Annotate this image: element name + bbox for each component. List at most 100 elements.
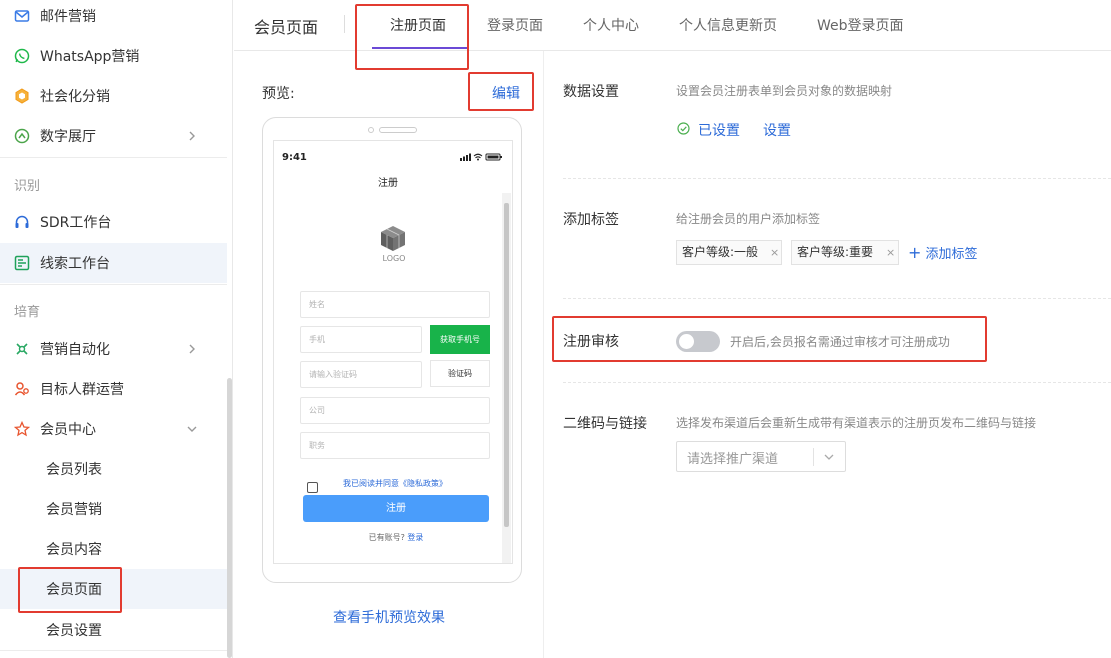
check-circle-icon xyxy=(677,122,690,135)
sidebar-item-marketing-automation[interactable]: 营销自动化 xyxy=(0,329,227,369)
edit-link[interactable]: 编辑 xyxy=(492,83,520,103)
active-tab-indicator xyxy=(372,47,468,49)
plus-icon: + xyxy=(908,243,922,262)
screen-scrollbar[interactable] xyxy=(504,203,509,527)
tab-login-page[interactable]: 登录页面 xyxy=(487,15,543,35)
have-account-row: 已有账号? 登录 xyxy=(274,532,512,543)
data-setting-label: 数据设置 xyxy=(563,84,619,100)
phone-frame: 9:41 注册 LOGO 姓名 手机 获取手机号 请输入验证码 验证码 公司 职… xyxy=(262,117,522,583)
privacy-agree-text[interactable]: 我已阅读并同意《隐私政策》 xyxy=(343,479,453,488)
close-icon[interactable]: × xyxy=(886,241,895,264)
section-divider xyxy=(563,178,1111,179)
phone-field[interactable]: 手机 xyxy=(300,326,422,353)
sidebar-scrollbar[interactable] xyxy=(227,378,232,658)
sidebar-item-digital-exhibition[interactable]: 数字展厅 xyxy=(0,116,227,156)
sidebar-item-label: 会员内容 xyxy=(46,542,102,558)
sidebar-item-label: 会员营销 xyxy=(46,502,102,518)
sidebar-subitem-member-page[interactable]: 会员页面 xyxy=(0,569,227,609)
channel-select[interactable]: 请选择推广渠道 xyxy=(676,441,846,472)
sidebar-subitem-member-list[interactable]: 会员列表 xyxy=(0,449,227,489)
sidebar-item-label: WhatsApp营销 xyxy=(40,49,140,65)
top-tab-bar: 会员页面 注册页面 登录页面 个人中心 个人信息更新页 Web登录页面 xyxy=(234,0,1111,51)
name-field[interactable]: 姓名 xyxy=(300,291,490,318)
tab-personal-center[interactable]: 个人中心 xyxy=(583,15,639,35)
status-time: 9:41 xyxy=(282,152,307,163)
sidebar-item-label: 会员中心 xyxy=(40,422,96,438)
sidebar-subitem-member-marketing[interactable]: 会员营销 xyxy=(0,489,227,529)
sidebar-item-label: 会员页面 xyxy=(46,582,102,598)
tag-chip: 客户等级:重要 × xyxy=(791,240,899,265)
add-tag-desc: 给注册会员的用户添加标签 xyxy=(676,212,821,226)
sidebar-subitem-member-settings[interactable]: 会员设置 xyxy=(0,610,227,650)
sidebar-item-label: 邮件营销 xyxy=(40,9,96,25)
sidebar-item-label: 数字展厅 xyxy=(40,129,96,145)
sidebar-item-social-distribution[interactable]: 社会化分销 xyxy=(0,76,227,116)
qrcode-desc: 选择发布渠道后会重新生成带有渠道表示的注册页发布二维码与链接 xyxy=(676,416,1037,430)
audience-icon xyxy=(14,382,29,396)
verify-code-field[interactable]: 请输入验证码 xyxy=(300,361,422,388)
sidebar-divider xyxy=(0,157,227,158)
data-setting-desc: 设置会员注册表单到会员对象的数据映射 xyxy=(676,84,893,98)
mail-icon xyxy=(14,10,30,22)
preview-label: 预览: xyxy=(262,86,295,102)
login-link[interactable]: 登录 xyxy=(407,533,423,542)
review-label: 注册审核 xyxy=(563,334,619,350)
sidebar-item-label: 营销自动化 xyxy=(40,342,110,358)
get-phone-button[interactable]: 获取手机号 xyxy=(430,325,490,354)
chevron-down-icon xyxy=(187,426,197,432)
tag-chip: 客户等级:一般 × xyxy=(676,240,782,265)
agree-checkbox[interactable] xyxy=(307,482,318,493)
sidebar-item-label: 会员列表 xyxy=(46,462,102,478)
sidebar-item-label: SDR工作台 xyxy=(40,215,112,231)
app-root: 邮件营销 WhatsApp营销 社会化分销 数字展厅 识别 SDR工作台 线索工… xyxy=(0,0,1111,658)
tab-register-page[interactable]: 注册页面 xyxy=(390,15,446,35)
review-desc: 开启后,会员报名需通过审核才可注册成功 xyxy=(730,335,950,349)
data-setting-link[interactable]: 设置 xyxy=(763,120,791,140)
review-toggle[interactable] xyxy=(676,331,720,352)
sidebar: 邮件营销 WhatsApp营销 社会化分销 数字展厅 识别 SDR工作台 线索工… xyxy=(0,0,233,658)
page-title: 会员页面 xyxy=(254,18,319,37)
tab-web-login-page[interactable]: Web登录页面 xyxy=(817,15,904,35)
add-tag-button-label: 添加标签 xyxy=(925,247,978,262)
logo-cube-icon xyxy=(381,226,405,251)
share-hex-icon xyxy=(15,88,29,104)
position-field[interactable]: 职务 xyxy=(300,432,490,459)
sidebar-item-whatsapp[interactable]: WhatsApp营销 xyxy=(0,36,227,76)
chevron-right-icon xyxy=(189,131,195,141)
sidebar-section-nurture: 培育 xyxy=(14,305,41,320)
register-button[interactable]: 注册 xyxy=(303,495,489,522)
sidebar-item-label: 线索工作台 xyxy=(40,256,110,272)
chevron-right-icon xyxy=(189,344,195,354)
sidebar-item-label: 会员设置 xyxy=(46,623,102,639)
tab-profile-update-page[interactable]: 个人信息更新页 xyxy=(679,15,777,35)
verify-code-button[interactable]: 验证码 xyxy=(430,360,490,387)
sidebar-section-identify: 识别 xyxy=(14,179,41,194)
screen-title: 注册 xyxy=(378,178,398,189)
sidebar-item-email-marketing[interactable]: 邮件营销 xyxy=(0,0,227,36)
settings-panel: 数据设置 设置会员注册表单到会员对象的数据映射 已设置 设置 添加标签 给注册会… xyxy=(544,51,1111,658)
sidebar-item-sdr-workbench[interactable]: SDR工作台 xyxy=(0,202,227,242)
sidebar-divider xyxy=(0,650,227,651)
sidebar-item-label: 社会化分销 xyxy=(40,89,110,105)
toggle-knob xyxy=(679,334,694,349)
phone-camera xyxy=(368,127,374,133)
sidebar-item-target-audience[interactable]: 目标人群运营 xyxy=(0,369,227,409)
sidebar-item-clue-workbench[interactable]: 线索工作台 xyxy=(0,243,227,283)
company-field[interactable]: 公司 xyxy=(300,397,490,424)
member-icon xyxy=(14,421,30,437)
sidebar-subitem-member-content[interactable]: 会员内容 xyxy=(0,529,227,569)
have-account-text: 已有账号? xyxy=(368,533,405,542)
tag-chip-label: 客户等级:重要 xyxy=(797,245,874,259)
add-tag-button[interactable]: + 添加标签 xyxy=(908,243,978,262)
sidebar-divider xyxy=(0,284,227,285)
data-setting-status: 已设置 xyxy=(698,123,740,139)
status-bar-icons xyxy=(460,153,502,161)
close-icon[interactable]: × xyxy=(770,241,779,264)
tag-chip-label: 客户等级:一般 xyxy=(682,245,759,259)
exhibition-icon xyxy=(14,128,30,144)
view-mobile-preview-link[interactable]: 查看手机预览效果 xyxy=(234,607,544,627)
logo-text: LOGO xyxy=(382,254,406,263)
whatsapp-icon xyxy=(14,48,30,64)
sidebar-item-member-center[interactable]: 会员中心 xyxy=(0,409,227,449)
chevron-down-icon xyxy=(824,454,834,460)
